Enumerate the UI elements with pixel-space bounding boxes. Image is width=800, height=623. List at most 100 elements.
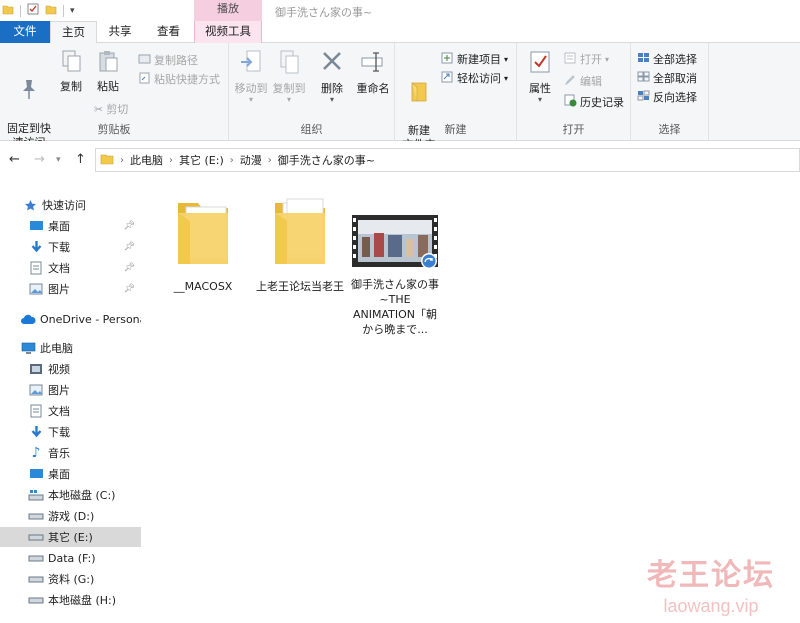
nav-drive-f[interactable]: Data (F:) xyxy=(0,548,141,568)
nav-drive-d[interactable]: 游戏 (D:) xyxy=(0,506,141,526)
breadcrumb-separator-icon[interactable]: › xyxy=(120,155,124,166)
file-item-folder[interactable]: 上老王论坛当老王 xyxy=(256,193,344,294)
chevron-down-icon: ▾ xyxy=(504,54,509,64)
copy-label: 复制 xyxy=(60,80,82,93)
select-none-button[interactable]: 全部取消 xyxy=(637,70,697,86)
easy-access-label: 轻松访问 xyxy=(457,72,501,85)
properties-label: 属性 xyxy=(529,82,551,95)
nav-pc-desktop[interactable]: 桌面 xyxy=(0,464,141,484)
nav-onedrive[interactable]: OneDrive - Persona xyxy=(0,309,141,329)
nav-quick-access[interactable]: 快速访问 xyxy=(0,195,141,215)
easy-access-button[interactable]: 轻松访问 ▾ xyxy=(441,70,508,86)
breadcrumb-separator-icon[interactable]: › xyxy=(268,155,272,166)
breadcrumb-drive-e[interactable]: 其它 (E:) xyxy=(179,152,224,168)
paste-label: 粘贴 xyxy=(97,80,119,93)
paste-shortcut-button[interactable]: 粘贴快捷方式 xyxy=(138,71,220,87)
nav-pc-pictures[interactable]: 图片 xyxy=(0,380,141,400)
nav-item-label: 文档 xyxy=(48,405,70,418)
nav-quick-downloads[interactable]: 下载 📌︎ xyxy=(0,237,141,257)
new-item-button[interactable]: 新建项目 ▾ xyxy=(441,51,508,67)
properties-qat-icon[interactable] xyxy=(27,3,39,18)
cut-button[interactable]: ✂ 剪切 xyxy=(94,101,128,117)
organize-group-label: 组织 xyxy=(300,123,323,136)
address-bar[interactable]: › 此电脑 › 其它 (E:) › 动漫 › 御手洗さん家の事~ xyxy=(95,148,800,172)
title-bar: ▾ 播放 御手洗さん家の事~ xyxy=(0,0,800,21)
tab-file[interactable]: 文件 xyxy=(0,21,50,43)
file-item-video[interactable]: 御手洗さん家の事~THE ANIMATION「朝から晩まで... xyxy=(351,215,439,337)
back-arrow-icon[interactable]: ← xyxy=(9,152,20,167)
edit-icon xyxy=(564,74,577,89)
open-icon xyxy=(564,52,577,67)
delete-label: 删除 xyxy=(321,82,343,95)
recent-locations-chevron-icon[interactable]: ▾ xyxy=(56,155,61,165)
nav-quick-access-label: 快速访问 xyxy=(42,199,86,212)
file-item-folder[interactable]: __MACOSX xyxy=(159,193,247,294)
forward-arrow-icon[interactable]: → xyxy=(34,152,45,167)
folder-icon xyxy=(159,193,247,273)
nav-item-label: 资料 (G:) xyxy=(48,573,95,586)
star-icon xyxy=(22,197,38,213)
edit-label: 编辑 xyxy=(580,75,602,88)
nav-quick-desktop[interactable]: 桌面 📌︎ xyxy=(0,216,141,236)
nav-drive-c[interactable]: 本地磁盘 (C:) xyxy=(0,485,141,505)
watermark-text: 老王论坛 xyxy=(647,558,775,593)
folder-icon xyxy=(100,153,114,168)
copy-button[interactable]: 复制 xyxy=(56,49,86,94)
pin-icon[interactable]: 📌︎ xyxy=(124,221,135,231)
nav-drive-g[interactable]: 资料 (G:) xyxy=(0,569,141,589)
customize-qat-icon[interactable]: ▾ xyxy=(70,6,75,16)
nav-item-label: 下载 xyxy=(48,241,70,254)
tab-video-tools[interactable]: 视频工具 xyxy=(194,21,262,43)
up-arrow-icon[interactable]: ↑ xyxy=(75,152,86,167)
window-title: 御手洗さん家の事~ xyxy=(275,6,373,19)
open-button[interactable]: 打开 ▾ xyxy=(564,51,609,67)
invert-selection-label: 反向选择 xyxy=(653,91,697,104)
nav-drive-e[interactable]: 其它 (E:) xyxy=(0,527,141,547)
rename-button[interactable]: 重命名 xyxy=(353,49,393,96)
delete-button[interactable]: 删除 ▾ xyxy=(317,49,347,104)
file-name: __MACOSX xyxy=(173,280,233,293)
tab-view[interactable]: 查看 xyxy=(143,21,194,43)
nav-pc-documents[interactable]: 文档 xyxy=(0,401,141,421)
pin-icon[interactable]: 📌︎ xyxy=(124,263,135,273)
properties-button[interactable]: 属性 ▾ xyxy=(523,49,557,104)
nav-item-label: 图片 xyxy=(48,283,70,296)
breadcrumb-separator-icon[interactable]: › xyxy=(230,155,234,166)
nav-item-label: 视频 xyxy=(48,363,70,376)
nav-drive-h[interactable]: 本地磁盘 (H:) xyxy=(0,590,141,610)
open-label: 打开 xyxy=(580,53,602,66)
tab-home[interactable]: 主页 xyxy=(50,21,97,44)
history-button[interactable]: 历史记录 xyxy=(564,94,624,110)
navigation-pane: 快速访问 桌面 📌︎ 下载 📌︎ 文档 📌︎ 图片 📌︎ OneDrive - … xyxy=(0,189,141,623)
drive-icon xyxy=(28,508,44,524)
copy-path-label: 复制路径 xyxy=(154,54,198,67)
computer-icon xyxy=(20,340,36,356)
nav-item-label: 桌面 xyxy=(48,220,70,233)
copy-to-button[interactable]: 复制到 ▾ xyxy=(271,49,307,104)
scissors-icon: ✂ xyxy=(94,102,104,116)
new-folder-qat-icon[interactable] xyxy=(45,3,57,18)
folder-icon xyxy=(2,3,14,18)
context-group-label: 播放 xyxy=(194,0,262,21)
nav-pc-videos[interactable]: 视频 xyxy=(0,359,141,379)
breadcrumb-anime[interactable]: 动漫 xyxy=(240,152,262,168)
copy-path-button[interactable]: 复制路径 xyxy=(138,52,198,68)
select-all-button[interactable]: 全部选择 xyxy=(637,51,697,67)
document-icon xyxy=(28,403,44,419)
pin-icon[interactable]: 📌︎ xyxy=(124,242,135,252)
breadcrumb-current-folder[interactable]: 御手洗さん家の事~ xyxy=(278,152,375,168)
invert-selection-button[interactable]: 反向选择 xyxy=(637,89,697,105)
nav-pc-music[interactable]: ♪ 音乐 xyxy=(0,443,141,463)
move-to-button[interactable]: 移动到 ▾ xyxy=(233,49,269,104)
paste-button[interactable]: 粘贴 xyxy=(90,49,126,94)
pin-icon[interactable]: 📌︎ xyxy=(124,284,135,294)
nav-quick-documents[interactable]: 文档 📌︎ xyxy=(0,258,141,278)
breadcrumb-this-pc[interactable]: 此电脑 xyxy=(130,152,163,168)
breadcrumb-separator-icon[interactable]: › xyxy=(169,155,173,166)
nav-quick-pictures[interactable]: 图片 📌︎ xyxy=(0,279,141,299)
edit-button[interactable]: 编辑 xyxy=(564,73,602,89)
nav-pc-downloads[interactable]: 下载 xyxy=(0,422,141,442)
nav-this-pc[interactable]: 此电脑 xyxy=(0,338,141,358)
windows-drive-icon xyxy=(28,487,44,503)
tab-share[interactable]: 共享 xyxy=(97,21,143,43)
